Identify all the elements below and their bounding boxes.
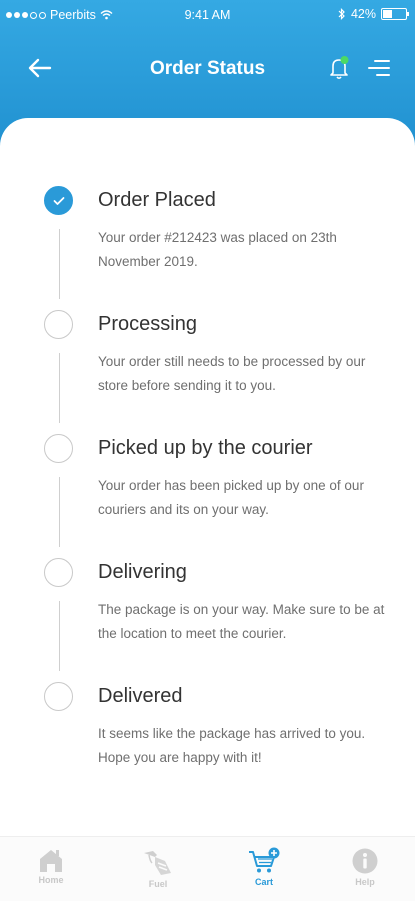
step-description: Your order has been picked up by one of … <box>98 478 364 517</box>
tab-label: Fuel <box>148 879 168 889</box>
menu-icon <box>368 60 390 76</box>
order-status-card: Order Placed Your order #212423 was plac… <box>0 118 415 836</box>
step-description: It seems like the package has arrived to… <box>98 726 366 765</box>
step-title: Picked up by the courier <box>98 437 313 459</box>
tab-home[interactable]: Home <box>21 847 81 885</box>
step-title: Order Placed <box>98 189 216 211</box>
step-description: Your order still needs to be processed b… <box>98 354 366 393</box>
tab-label: Cart <box>254 877 273 887</box>
battery-info: 42% <box>338 7 409 21</box>
battery-percent: 42% <box>350 7 376 21</box>
tab-fuel[interactable]: Fuel <box>128 847 188 889</box>
step-title: Delivered <box>98 685 183 707</box>
tab-label: Home <box>38 875 64 885</box>
tab-help[interactable]: Help <box>335 847 395 887</box>
cart-icon <box>249 847 280 873</box>
menu-button[interactable] <box>364 52 394 84</box>
step-title: Processing <box>98 313 197 335</box>
step-status-completed <box>44 186 73 215</box>
nav-bar: Order Status <box>0 44 415 94</box>
home-icon <box>40 850 62 872</box>
battery-icon <box>381 8 409 20</box>
fuel-icon <box>144 851 171 875</box>
timeline-connector <box>59 229 60 299</box>
step-status-pending <box>44 310 73 339</box>
notification-dot <box>340 56 349 64</box>
check-icon <box>53 196 64 205</box>
tab-label: Help <box>355 877 375 887</box>
timeline-connector <box>59 477 60 547</box>
notifications-button[interactable] <box>324 52 354 84</box>
bell-icon <box>330 56 349 80</box>
step-description: Your order #212423 was placed on 23th No… <box>98 230 337 269</box>
step-status-pending <box>44 434 73 463</box>
step-status-pending <box>44 558 73 587</box>
help-icon <box>352 848 378 874</box>
bluetooth-icon <box>338 8 345 20</box>
step-description: The package is on your way. Make sure to… <box>98 602 385 641</box>
step-title: Delivering <box>98 561 187 583</box>
timeline-connector <box>59 601 60 671</box>
timeline-connector <box>59 353 60 423</box>
status-bar: Peerbits 9:41 AM 42% <box>0 0 415 32</box>
tab-cart[interactable]: Cart <box>234 847 294 887</box>
battery-fill <box>383 10 392 18</box>
bottom-tab-bar: Home Fuel Cart Help <box>0 836 415 901</box>
step-status-pending <box>44 682 73 711</box>
